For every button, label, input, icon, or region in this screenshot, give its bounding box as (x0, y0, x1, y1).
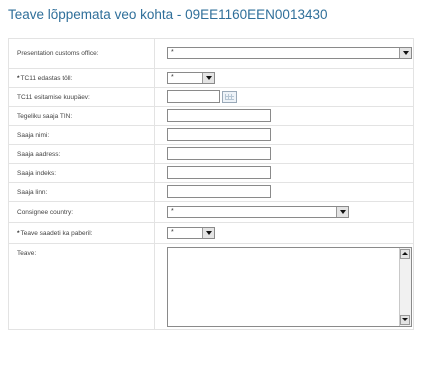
page-title: Teave lõppemata veo kohta - 09EE1160EEN0… (8, 7, 328, 22)
form-row-tin: Tegeliku saaja TIN: (8, 106, 414, 126)
info-form: Presentation customs office: * *TC11 eda… (8, 38, 414, 330)
tc11-edastas-select[interactable]: * (167, 71, 215, 84)
page: Teave lõppemata veo kohta - 09EE1160EEN0… (0, 0, 434, 381)
postal-input[interactable] (167, 166, 271, 180)
consignee-country-value: * (171, 207, 174, 215)
form-row-paper-sent: *Teave saadeti ka paberil: * (8, 222, 414, 244)
chevron-down-icon[interactable] (336, 206, 348, 217)
calendar-icon[interactable] (222, 90, 237, 103)
chevron-down-icon[interactable] (399, 48, 411, 59)
tin-label: Tegeliku saaja TIN: (8, 106, 155, 126)
form-row-tc11-date: TC11 esitamise kuupäev: (8, 87, 414, 107)
form-row-consignee-country: Consignee country: * (8, 201, 414, 223)
address-label: Saaja aadress: (8, 144, 155, 164)
chevron-down-icon[interactable] (202, 72, 214, 83)
form-row-city: Saaja linn: (8, 182, 414, 202)
name-label: Saaja nimi: (8, 125, 155, 145)
paper-sent-label: Teave saadeti ka paberil: (20, 229, 93, 237)
scroll-up-icon[interactable] (400, 248, 410, 259)
city-input[interactable] (167, 185, 271, 199)
scroll-down-icon[interactable] (400, 314, 410, 325)
tin-input[interactable] (167, 109, 271, 123)
info-label: Teave: (8, 243, 155, 330)
required-mark: * (17, 74, 20, 82)
consignee-country-label: Consignee country: (8, 201, 155, 223)
postal-label: Saaja indeks: (8, 163, 155, 183)
presentation-office-value: * (171, 49, 174, 57)
form-row-tc11-edastas: *TC11 edastas töll: * (8, 68, 414, 88)
tc11-date-label: TC11 esitamise kuupäev: (8, 87, 155, 107)
presentation-office-label: Presentation customs office: (8, 38, 155, 69)
presentation-office-select[interactable]: * (167, 47, 412, 60)
consignee-country-select[interactable]: * (167, 205, 349, 218)
paper-sent-value: * (171, 228, 174, 236)
tc11-date-input[interactable] (167, 90, 220, 104)
chevron-down-icon[interactable] (202, 227, 214, 238)
form-row-address: Saaja aadress: (8, 144, 414, 164)
name-input[interactable] (167, 128, 271, 142)
form-row-postal: Saaja indeks: (8, 163, 414, 183)
form-row-name: Saaja nimi: (8, 125, 414, 145)
tc11-edastas-value: * (171, 73, 174, 81)
form-row-info: Teave: (8, 243, 414, 330)
required-mark: * (17, 229, 20, 237)
form-row-presentation-office: Presentation customs office: * (8, 38, 414, 69)
tc11-edastas-label: TC11 edastas töll: (20, 74, 73, 82)
city-label: Saaja linn: (8, 182, 155, 202)
address-input[interactable] (167, 147, 271, 161)
info-textarea[interactable] (167, 246, 412, 327)
paper-sent-select[interactable]: * (167, 226, 215, 239)
